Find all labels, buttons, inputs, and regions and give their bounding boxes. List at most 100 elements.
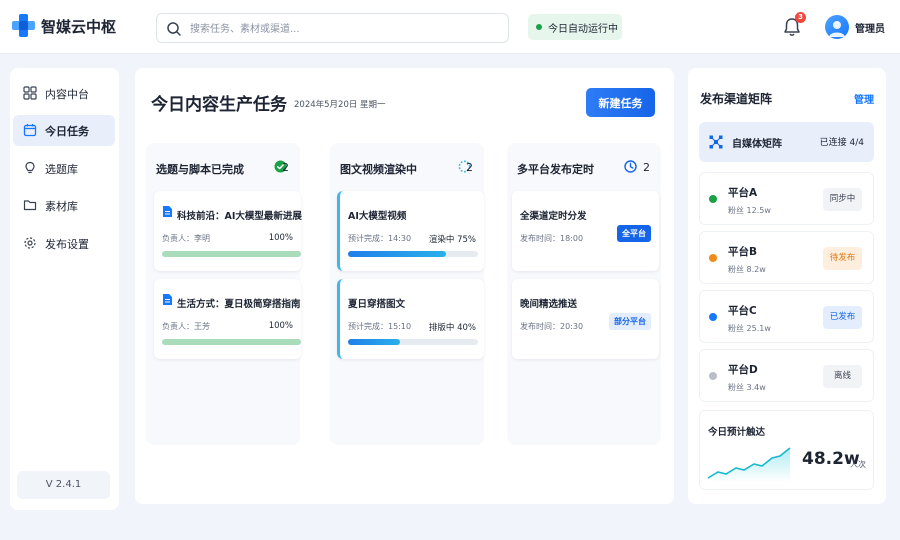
task-title: 全渠道定时分发 — [520, 211, 587, 222]
task-title: 科技前沿：AI大模型最新进展 — [177, 211, 302, 222]
platform-fans: 粉丝 3.4w — [728, 383, 766, 392]
grid-icon — [23, 86, 37, 100]
sidebar-item-today-tasks[interactable]: 今日任务 — [13, 115, 115, 146]
reach-sparkline — [707, 447, 791, 482]
platform-fans: 粉丝 12.5w — [728, 206, 771, 215]
sidebar-item-label: 内容中台 — [45, 88, 89, 101]
progress-fill — [162, 339, 301, 345]
task-card[interactable]: AI大模型视频 预计完成：14:30 渲染中 75% — [337, 191, 484, 271]
task-title: 生活方式：夏日极简穿搭指南 — [177, 299, 301, 310]
column-title: 选题与脚本已完成 — [156, 163, 244, 176]
task-owner: 负责人：李明 — [162, 234, 210, 243]
user-icon — [829, 21, 845, 37]
platform-status-badge: 待发布 — [823, 247, 862, 270]
reach-label: 今日预计触达 — [708, 427, 766, 438]
search-input[interactable] — [190, 19, 490, 39]
task-title: AI大模型视频 — [348, 211, 407, 222]
progress-fill — [348, 339, 400, 345]
platform-name: 平台D — [728, 364, 758, 376]
search-icon — [167, 22, 181, 36]
progress-bar — [162, 251, 301, 257]
task-eta: 预计完成：14:30 — [348, 234, 412, 243]
status-dot — [709, 254, 717, 262]
top-bar: 智媒云中枢 今日自动运行中 3 管理员 — [0, 0, 900, 54]
task-progress-text: 100% — [268, 233, 293, 243]
platform-row-a[interactable]: 平台A 粉丝 12.5w 同步中 — [699, 172, 874, 225]
platform-row-c[interactable]: 平台C 粉丝 25.1w 已发布 — [699, 290, 874, 343]
user-name[interactable]: 管理员 — [855, 20, 885, 35]
task-title: 晚间精选推送 — [520, 299, 578, 310]
platform-row-d[interactable]: 平台D 粉丝 3.4w 离线 — [699, 349, 874, 402]
channel-panel: 发布渠道矩阵 管理 自媒体矩阵 已连接 4/4 平台A 粉丝 12.5w 同步中… — [688, 68, 886, 504]
logo-icon — [12, 14, 35, 38]
task-publish-time: 发布时间：18:00 — [520, 234, 584, 243]
progress-fill — [348, 251, 446, 257]
column-title: 图文视频渲染中 — [340, 163, 417, 176]
folder-icon — [23, 200, 37, 211]
sidebar-item-publish-settings[interactable]: 发布设置 — [13, 228, 115, 259]
task-card[interactable]: 全渠道定时分发 发布时间：18:00 全平台 — [512, 191, 659, 271]
lightbulb-icon — [25, 161, 35, 174]
reach-unit: 人次 — [850, 460, 866, 469]
progress-bar — [348, 251, 478, 257]
status-dot — [709, 195, 717, 203]
progress-bar — [162, 339, 301, 345]
platform-fans: 粉丝 8.2w — [728, 265, 766, 274]
page-date: 2024年5月20日 星期一 — [294, 100, 386, 110]
platform-tag: 全平台 — [617, 225, 651, 242]
task-title: 夏日穿搭图文 — [348, 299, 406, 310]
clock-icon — [624, 160, 637, 173]
sidebar-item-label: 选题库 — [45, 163, 78, 176]
status-dot — [536, 24, 542, 30]
sidebar-item-label: 今日任务 — [45, 125, 89, 138]
progress-bar — [348, 339, 478, 345]
platform-row-b[interactable]: 平台B 粉丝 8.2w 待发布 — [699, 231, 874, 284]
column-count: 2 — [282, 161, 289, 174]
task-column-rendering: 图文视频渲染中 2 AI大模型视频 预计完成：14:30 渲染中 75% 夏日穿… — [330, 143, 484, 445]
sidebar-item-asset-library[interactable]: 素材库 — [13, 190, 115, 221]
task-progress-text: 排版中 40% — [428, 323, 476, 333]
sidebar-item-topic-library[interactable]: 选题库 — [13, 153, 115, 184]
sidebar: 内容中台 今日任务 选题库 素材库 发布设置 V 2.4.1 — [10, 68, 119, 510]
column-count: 2 — [466, 161, 473, 174]
run-status-badge: 今日自动运行中 — [528, 14, 622, 40]
status-dot — [709, 372, 717, 380]
task-card[interactable]: 生活方式：夏日极简穿搭指南 负责人：王芳 100% — [154, 279, 301, 359]
column-title: 多平台发布定时 — [517, 163, 594, 176]
task-column-scheduled: 多平台发布定时 2 全渠道定时分发 发布时间：18:00 全平台 晚间精选推送 … — [507, 143, 661, 445]
reach-card: 今日预计触达 48.2w 人次 — [699, 410, 874, 490]
matrix-label: 自媒体矩阵 — [732, 139, 782, 150]
platform-tag: 部分平台 — [609, 313, 651, 330]
task-progress-text: 100% — [268, 321, 293, 331]
matrix-status: 已连接 4/4 — [819, 138, 864, 148]
task-eta: 预计完成：15:10 — [348, 322, 412, 331]
main-panel: 今日内容生产任务 2024年5月20日 星期一 新建任务 选题与脚本已完成 2 … — [135, 68, 674, 504]
status-dot — [709, 313, 717, 321]
document-icon — [163, 294, 172, 305]
status-text: 今日自动运行中 — [548, 24, 618, 35]
column-count: 2 — [643, 161, 650, 174]
platform-name: 平台A — [728, 187, 758, 199]
task-column-scripted: 选题与脚本已完成 2 科技前沿：AI大模型最新进展 负责人：李明 100% 生活… — [146, 143, 302, 445]
task-card[interactable]: 晚间精选推送 发布时间：20:30 部分平台 — [512, 279, 659, 359]
calendar-icon — [23, 124, 37, 137]
manage-link[interactable]: 管理 — [854, 91, 874, 106]
network-icon — [709, 135, 723, 149]
task-progress-text: 渲染中 75% — [428, 235, 476, 245]
platform-name: 平台C — [728, 305, 757, 317]
document-icon — [163, 206, 172, 217]
gear-icon — [24, 237, 36, 249]
avatar[interactable] — [825, 15, 849, 39]
new-task-button[interactable]: 新建任务 — [586, 88, 655, 117]
task-card[interactable]: 夏日穿搭图文 预计完成：15:10 排版中 40% — [337, 279, 484, 359]
task-owner: 负责人：王芳 — [162, 322, 210, 331]
panel-title: 发布渠道矩阵 — [700, 92, 773, 106]
search-box[interactable] — [156, 13, 509, 43]
progress-fill — [162, 251, 301, 257]
task-card[interactable]: 科技前沿：AI大模型最新进展 负责人：李明 100% — [154, 191, 302, 271]
media-matrix-row[interactable]: 自媒体矩阵 已连接 4/4 — [699, 122, 874, 162]
task-publish-time: 发布时间：20:30 — [520, 322, 584, 331]
sidebar-item-label: 发布设置 — [45, 238, 89, 251]
page-title: 今日内容生产任务 — [151, 95, 287, 115]
sidebar-item-content-hub[interactable]: 内容中台 — [13, 78, 115, 109]
